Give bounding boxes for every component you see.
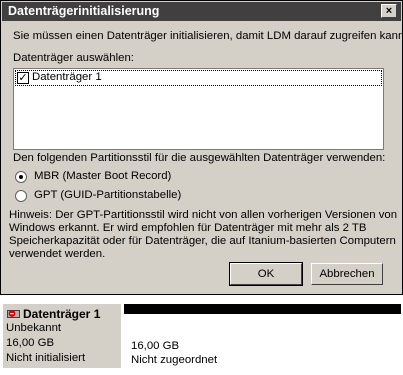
check-icon: ✓ [18, 72, 28, 84]
hint-line-4: verwendet werden. [9, 248, 106, 260]
partition-style-label: Den folgenden Partitionsstil für die aus… [13, 152, 386, 164]
partition-status: Nicht zugeordnet [131, 354, 218, 366]
disk-checkbox[interactable]: ✓ [17, 72, 29, 84]
mbr-option-label[interactable]: MBR (Master Boot Record) [34, 170, 171, 182]
initialize-disk-dialog: Datenträgerinitialisierung × Sie müssen … [0, 0, 403, 295]
gpt-radio[interactable] [15, 190, 27, 202]
intro-text: Sie müssen einen Datenträger initialisie… [13, 30, 403, 42]
hint-line-1: Hinweis: Der GPT-Partitionsstil wird nic… [9, 209, 398, 221]
radio-selected-dot [19, 175, 23, 179]
title-bar[interactable]: Datenträgerinitialisierung × [2, 2, 401, 21]
disk-info-panel[interactable]: Datenträger 1 Unbekannt 16,00 GB Nicht i… [3, 304, 121, 368]
ok-button[interactable]: OK [229, 262, 303, 286]
unallocated-partition[interactable]: 16,00 GB Nicht zugeordnet [124, 304, 401, 370]
disk-type: Unbekannt [6, 322, 62, 334]
disk-status: Nicht initialisiert [6, 352, 86, 364]
disk-list-item[interactable]: ✓ Datenträger 1 [15, 70, 382, 86]
mbr-radio[interactable] [15, 171, 27, 183]
partition-size: 16,00 GB [131, 340, 180, 352]
gpt-option-label[interactable]: GPT (GUID-Partitionstabelle) [34, 189, 181, 201]
disk-list-item-label: Datenträger 1 [32, 71, 102, 83]
close-button[interactable]: × [381, 4, 397, 18]
disk-error-icon [7, 310, 20, 318]
cancel-button[interactable]: Abbrechen [311, 263, 383, 285]
disk-listbox[interactable]: ✓ Datenträger 1 [13, 68, 384, 150]
hint-line-2: Windows erkannt. Er wird empfohlen für D… [9, 222, 367, 234]
close-icon: × [385, 5, 393, 17]
disk-name: Datenträger 1 [23, 307, 101, 321]
disk-size: 16,00 GB [6, 337, 55, 349]
hint-line-3: Speicherkapazität oder für Datenträger, … [9, 235, 396, 247]
select-disks-label: Datenträger auswählen: [13, 52, 134, 64]
dialog-title: Datenträgerinitialisierung [8, 4, 160, 18]
